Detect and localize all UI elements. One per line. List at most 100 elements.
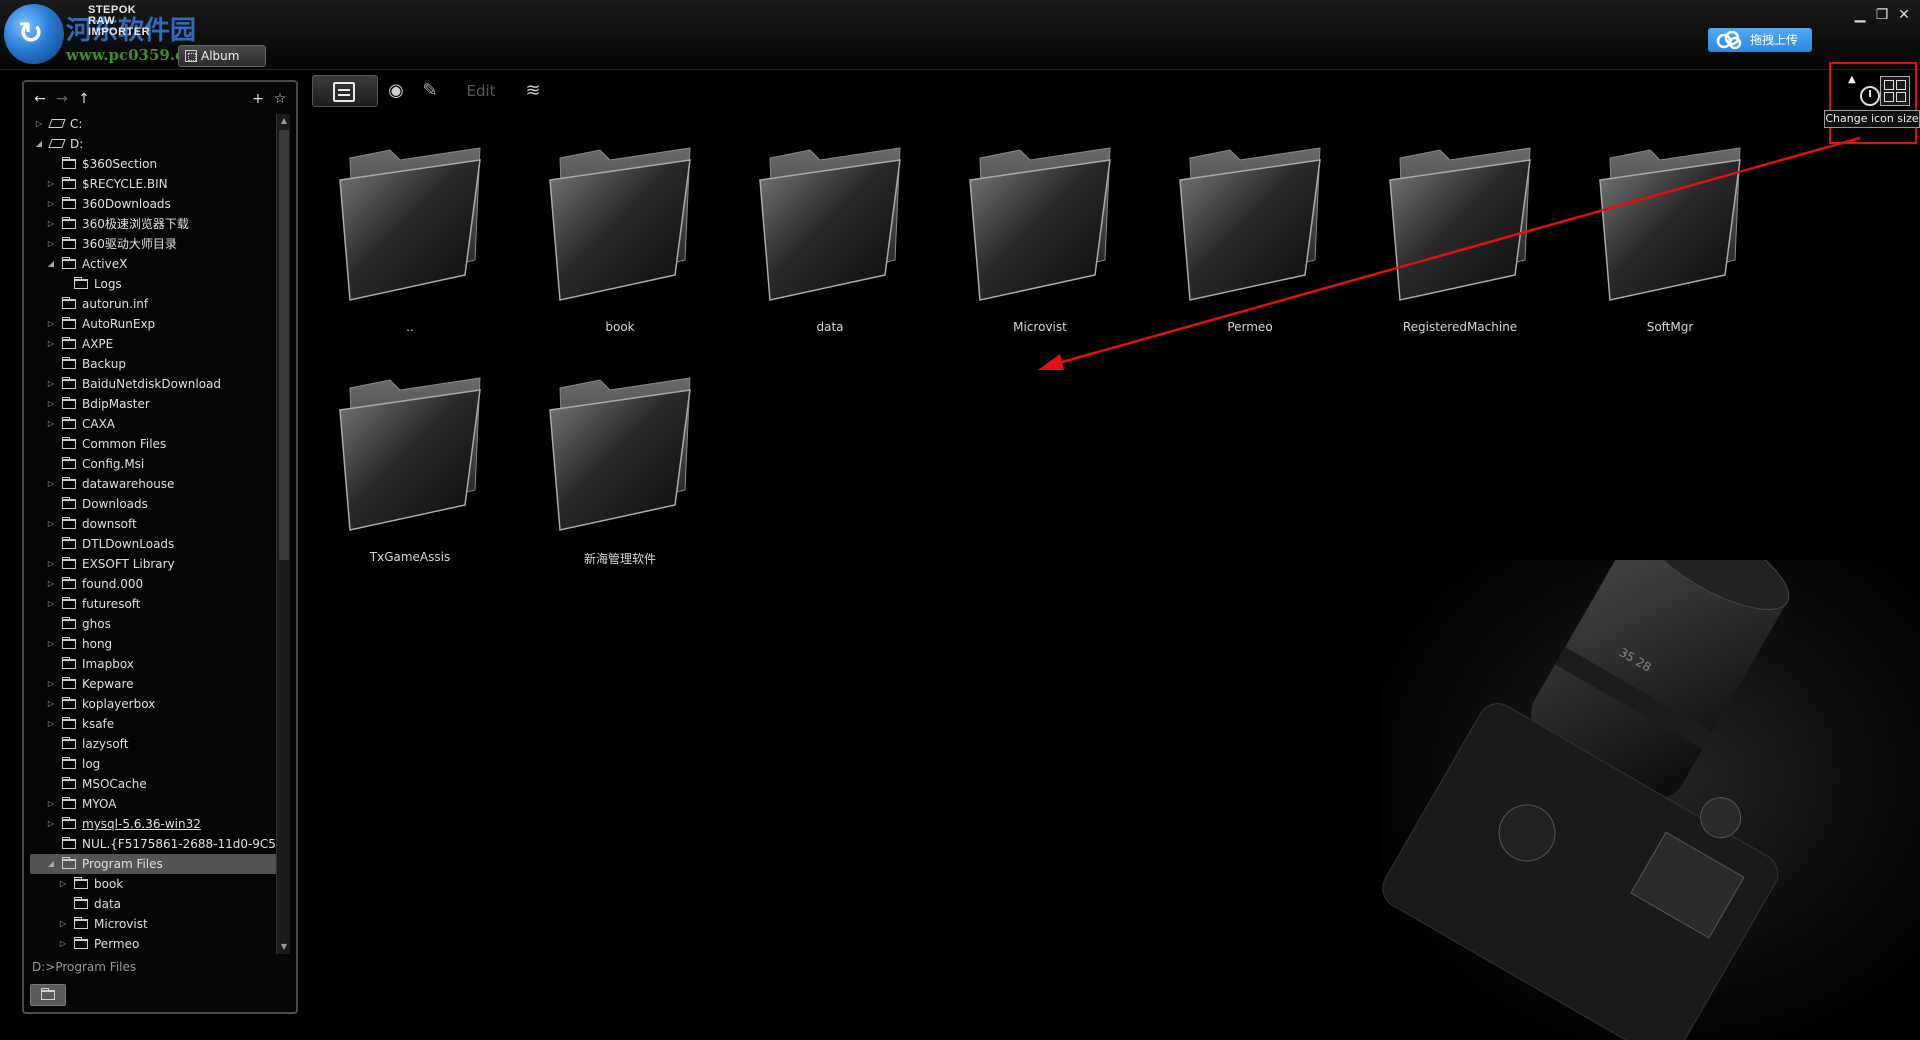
- tree-item[interactable]: ▷ koplayerbox: [30, 694, 284, 714]
- tree-item[interactable]: data: [30, 894, 284, 914]
- tree-item[interactable]: ◢ ActiveX: [30, 254, 284, 274]
- tree-item[interactable]: log: [30, 754, 284, 774]
- tree-scrollbar[interactable]: ▲ ▼: [276, 114, 290, 954]
- tree-item[interactable]: ▷ CAXA: [30, 414, 284, 434]
- upload-button[interactable]: 拖拽上传: [1708, 28, 1812, 52]
- tree-item-label: D:: [70, 137, 84, 151]
- expand-arrow-icon[interactable]: ▷: [46, 514, 56, 534]
- scroll-thumb[interactable]: [279, 130, 289, 560]
- folder-item[interactable]: TxGameAssis: [320, 370, 500, 580]
- expand-arrow-icon[interactable]: ▷: [46, 394, 56, 414]
- list-view-button[interactable]: [312, 75, 378, 107]
- expand-arrow-icon[interactable]: ▷: [46, 194, 56, 214]
- new-folder-icon[interactable]: +: [248, 89, 268, 109]
- tree-item[interactable]: $360Section: [30, 154, 284, 174]
- tree-item[interactable]: Downloads: [30, 494, 284, 514]
- expand-arrow-icon[interactable]: ▷: [58, 934, 68, 954]
- tree-item[interactable]: Config.Msi: [30, 454, 284, 474]
- tree-item[interactable]: ▷ ksafe: [30, 714, 284, 734]
- folder-icon: [62, 477, 76, 489]
- folder-item[interactable]: ..: [320, 140, 500, 350]
- tree-item[interactable]: ▷ $RECYCLE.BIN: [30, 174, 284, 194]
- collapse-arrow-icon[interactable]: ◢: [46, 854, 56, 874]
- tree-item[interactable]: ▷ futuresoft: [30, 594, 284, 614]
- tree-item[interactable]: ▷ C:: [30, 114, 284, 134]
- restore-icon[interactable]: ❐: [1872, 6, 1892, 24]
- folder-item[interactable]: book: [530, 140, 710, 350]
- tree-item[interactable]: ▷ Microvist: [30, 914, 284, 934]
- expand-arrow-icon[interactable]: ▷: [46, 374, 56, 394]
- folder-item[interactable]: 新海管理软件: [530, 370, 710, 580]
- expand-arrow-icon[interactable]: ▷: [46, 794, 56, 814]
- expand-arrow-icon[interactable]: ▷: [46, 474, 56, 494]
- expand-arrow-icon[interactable]: ▷: [46, 314, 56, 334]
- tree-item[interactable]: ghos: [30, 614, 284, 634]
- tree-item[interactable]: ▷ MYOA: [30, 794, 284, 814]
- minimize-icon[interactable]: ▁: [1850, 6, 1870, 24]
- tree-item[interactable]: Backup: [30, 354, 284, 374]
- back-arrow-icon[interactable]: ←: [30, 89, 50, 109]
- tree-item[interactable]: ▷ downsoft: [30, 514, 284, 534]
- tree-item[interactable]: DTLDownLoads: [30, 534, 284, 554]
- tree-item[interactable]: Imapbox: [30, 654, 284, 674]
- edit-button[interactable]: Edit: [446, 75, 516, 107]
- tree-item[interactable]: ▷ 360驱动大师目录: [30, 234, 284, 254]
- forward-arrow-icon[interactable]: →: [52, 89, 72, 109]
- tree-item[interactable]: ▷ BaiduNetdiskDownload: [30, 374, 284, 394]
- expand-arrow-icon[interactable]: ▷: [46, 554, 56, 574]
- folder-icon: [62, 297, 76, 309]
- tree-item[interactable]: ▷ Permeo: [30, 934, 284, 954]
- expand-arrow-icon[interactable]: ▷: [46, 674, 56, 694]
- tree-item[interactable]: NUL.{F5175861-2688-11d0-9C5E-00AA: [30, 834, 284, 854]
- tree-item[interactable]: ▷ EXSOFT Library: [30, 554, 284, 574]
- layers-stack-icon[interactable]: ≋: [516, 75, 550, 107]
- expand-arrow-icon[interactable]: ▷: [58, 874, 68, 894]
- folder-item-label: 新海管理软件: [583, 552, 656, 566]
- expand-arrow-icon[interactable]: ▷: [46, 214, 56, 234]
- scroll-down-icon[interactable]: ▼: [277, 940, 291, 954]
- preview-eye-icon[interactable]: ◉: [378, 75, 414, 107]
- expand-arrow-icon[interactable]: ▷: [58, 914, 68, 934]
- edit-pen-icon[interactable]: ✎: [414, 75, 446, 107]
- tree-item[interactable]: ▷ datawarehouse: [30, 474, 284, 494]
- expand-arrow-icon[interactable]: ▷: [46, 574, 56, 594]
- expand-arrow-icon[interactable]: ▷: [46, 694, 56, 714]
- scroll-up-icon[interactable]: ▲: [277, 114, 291, 128]
- tree-item[interactable]: ▷ found.000: [30, 574, 284, 594]
- expand-arrow-icon[interactable]: ▷: [46, 414, 56, 434]
- tree-item[interactable]: ▷ mysql-5.6.36-win32: [30, 814, 284, 834]
- favorite-star-icon[interactable]: ☆: [270, 89, 290, 109]
- tree-item[interactable]: ▷ 360极速浏览器下载: [30, 214, 284, 234]
- album-button[interactable]: Album: [178, 45, 266, 67]
- browse-folder-button[interactable]: [30, 984, 66, 1006]
- tree-item[interactable]: MSOCache: [30, 774, 284, 794]
- tree-item[interactable]: Common Files: [30, 434, 284, 454]
- collapse-arrow-icon[interactable]: ◢: [34, 134, 44, 154]
- expand-arrow-icon[interactable]: ▷: [46, 174, 56, 194]
- folder-item[interactable]: data: [740, 140, 920, 350]
- tree-item[interactable]: lazysoft: [30, 734, 284, 754]
- tree-item[interactable]: autorun.inf: [30, 294, 284, 314]
- tree-item[interactable]: ▷ AXPE: [30, 334, 284, 354]
- expand-arrow-icon[interactable]: ▷: [46, 714, 56, 734]
- tree-item[interactable]: ◢ Program Files: [30, 854, 284, 874]
- expand-arrow-icon[interactable]: ▷: [46, 814, 56, 834]
- tree-item[interactable]: ▷ Kepware: [30, 674, 284, 694]
- expand-arrow-icon[interactable]: ▷: [34, 114, 44, 134]
- up-folder-icon[interactable]: ↑: [74, 89, 94, 109]
- expand-arrow-icon[interactable]: ▷: [46, 234, 56, 254]
- collapse-arrow-icon[interactable]: ◢: [46, 254, 56, 274]
- expand-arrow-icon[interactable]: ▷: [46, 634, 56, 654]
- tree-item[interactable]: ▷ AutoRunExp: [30, 314, 284, 334]
- tree-item[interactable]: ▷ hong: [30, 634, 284, 654]
- expand-arrow-icon[interactable]: ▷: [46, 594, 56, 614]
- close-icon[interactable]: ✕: [1894, 6, 1914, 24]
- tree-item[interactable]: ◢ D:: [30, 134, 284, 154]
- expand-arrow-icon[interactable]: ▷: [46, 334, 56, 354]
- tree-item[interactable]: ▷ BdipMaster: [30, 394, 284, 414]
- main-toolbar: ◉ ✎ Edit ≋: [312, 74, 556, 108]
- tree-item[interactable]: Logs: [30, 274, 284, 294]
- tree-item[interactable]: ▷ 360Downloads: [30, 194, 284, 214]
- folder-icon: [62, 517, 76, 529]
- tree-item[interactable]: ▷ book: [30, 874, 284, 894]
